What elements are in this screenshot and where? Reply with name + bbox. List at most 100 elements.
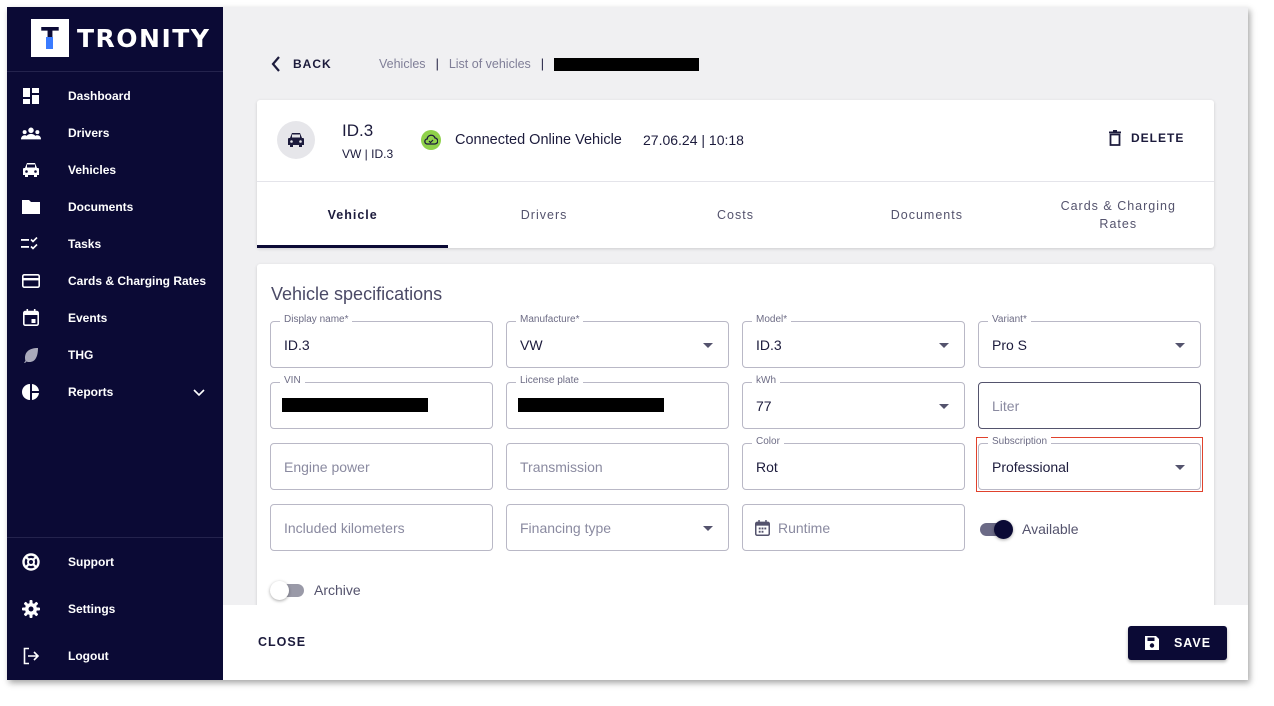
liter-field[interactable]: Liter xyxy=(978,382,1201,429)
brand-name: TRONITY xyxy=(77,23,211,53)
dashboard-icon xyxy=(21,86,41,106)
field-value: Pro S xyxy=(992,337,1028,353)
included-kilometers-field[interactable]: Included kilometers xyxy=(270,504,493,551)
gear-icon xyxy=(21,599,41,619)
dropdown-arrow-icon xyxy=(703,343,713,348)
dropdown-arrow-icon xyxy=(939,343,949,348)
field-value: Rot xyxy=(756,459,778,475)
tronity-logo[interactable]: T TRONITY xyxy=(31,18,210,58)
dropdown-arrow-icon xyxy=(939,404,949,409)
breadcrumb: Vehicles | List of vehicles | xyxy=(379,57,700,71)
runtime-date-field[interactable]: Runtime xyxy=(742,504,965,551)
breadcrumb-vehicles[interactable]: Vehicles xyxy=(379,57,426,71)
checklist-icon xyxy=(21,234,41,254)
cloud-online-icon xyxy=(421,130,441,150)
sidebar-item-cards[interactable]: Cards & Charging Rates xyxy=(7,262,223,299)
people-icon xyxy=(21,123,41,143)
breadcrumb-list-of-vehicles[interactable]: List of vehicles xyxy=(449,57,531,71)
pie-chart-icon xyxy=(21,382,41,402)
manufacture-select[interactable]: Manufacture* VW xyxy=(506,314,729,368)
available-toggle[interactable]: Available xyxy=(980,519,1079,539)
field-label: Manufacture* xyxy=(516,314,584,325)
app-window: T TRONITY Dashboard Drivers Vehicles xyxy=(7,7,1248,680)
sidebar-item-label: Drivers xyxy=(68,125,110,140)
close-button[interactable]: CLOSE xyxy=(258,635,306,649)
field-placeholder: Included kilometers xyxy=(284,520,405,536)
sidebar-item-settings[interactable]: Settings xyxy=(7,590,223,627)
sidebar-item-support[interactable]: Support xyxy=(7,543,223,580)
field-label: Model* xyxy=(752,314,792,325)
sidebar-item-label: Vehicles xyxy=(68,162,117,177)
tab-vehicle[interactable]: Vehicle xyxy=(257,182,449,248)
sidebar-item-vehicles[interactable]: Vehicles xyxy=(7,151,223,188)
vin-field[interactable]: VIN xyxy=(270,375,493,429)
calendar-icon xyxy=(755,520,770,541)
archive-toggle[interactable]: Archive xyxy=(270,580,361,600)
field-label: Subscription xyxy=(988,436,1052,447)
redacted-breadcrumb xyxy=(554,57,700,71)
display-name-field[interactable]: Display name* ID.3 xyxy=(270,314,493,368)
field-value: VW xyxy=(520,337,543,353)
sidebar-item-label: Reports xyxy=(68,384,114,399)
engine-power-field[interactable]: Engine power xyxy=(270,443,493,490)
sidebar-item-reports[interactable]: Reports xyxy=(7,373,223,410)
toggle-label: Available xyxy=(1022,521,1079,537)
subscription-select[interactable]: Subscription Professional xyxy=(978,436,1201,490)
transmission-field[interactable]: Transmission xyxy=(506,443,729,490)
variant-select[interactable]: Variant* Pro S xyxy=(978,314,1201,368)
kwh-select[interactable]: kWh 77 xyxy=(742,375,965,429)
sidebar-item-logout[interactable]: Logout xyxy=(7,637,223,674)
dropdown-arrow-icon xyxy=(703,526,713,531)
toggle-track xyxy=(270,580,304,600)
dropdown-arrow-icon xyxy=(1175,465,1185,470)
redacted-license-plate xyxy=(518,398,664,412)
toggle-track xyxy=(980,519,1013,539)
tab-bar: Vehicle Drivers Costs Documents Cards & … xyxy=(257,182,1214,248)
sidebar-divider xyxy=(7,537,223,538)
chevron-left-icon xyxy=(271,56,280,72)
field-placeholder: Engine power xyxy=(284,459,370,475)
topbar: BACK Vehicles | List of vehicles | xyxy=(271,54,700,74)
field-value: 77 xyxy=(756,398,772,414)
dropdown-arrow-icon xyxy=(1175,343,1185,348)
vehicle-subtitle: VW | ID.3 xyxy=(342,147,394,161)
sidebar-item-label: Dashboard xyxy=(68,88,131,103)
sidebar-item-drivers[interactable]: Drivers xyxy=(7,114,223,151)
sidebar-item-documents[interactable]: Documents xyxy=(7,188,223,225)
field-placeholder: Runtime xyxy=(778,520,831,536)
logout-icon xyxy=(21,646,41,666)
tab-cards-charging-rates[interactable]: Cards & Charging Rates xyxy=(1023,182,1214,248)
color-field[interactable]: Color Rot xyxy=(742,436,965,490)
breadcrumb-separator: | xyxy=(435,57,439,71)
field-value: Professional xyxy=(992,459,1070,475)
chevron-down-icon[interactable] xyxy=(191,384,207,400)
sidebar-item-tasks[interactable]: Tasks xyxy=(7,225,223,262)
tab-costs[interactable]: Costs xyxy=(640,182,831,248)
vehicle-specifications-card: Vehicle specifications Display name* ID.… xyxy=(257,264,1214,609)
sidebar-item-dashboard[interactable]: Dashboard xyxy=(7,77,223,114)
credit-card-icon xyxy=(21,271,41,291)
redacted-vin xyxy=(282,398,428,412)
tab-drivers[interactable]: Drivers xyxy=(448,182,639,248)
tab-documents[interactable]: Documents xyxy=(831,182,1022,248)
sidebar-item-label: THG xyxy=(68,347,94,362)
save-label: SAVE xyxy=(1173,636,1212,650)
model-select[interactable]: Model* ID.3 xyxy=(742,314,965,368)
folder-icon xyxy=(21,197,41,217)
delete-button[interactable]: DELETE xyxy=(1109,130,1184,146)
sidebar-item-label: Support xyxy=(68,554,114,569)
field-label: Display name* xyxy=(280,314,353,325)
financing-type-select[interactable]: Financing type xyxy=(506,504,729,551)
sidebar-item-label: Tasks xyxy=(68,236,102,251)
back-button[interactable]: BACK xyxy=(271,56,332,72)
sidebar-item-thg[interactable]: THG xyxy=(7,336,223,373)
sidebar-divider xyxy=(7,71,223,72)
save-button[interactable]: SAVE xyxy=(1128,626,1227,660)
sidebar-item-label: Events xyxy=(68,310,108,325)
sidebar-item-events[interactable]: Events xyxy=(7,299,223,336)
leaf-icon xyxy=(21,345,41,365)
license-plate-field[interactable]: License plate xyxy=(506,375,729,429)
lifebuoy-icon xyxy=(21,552,41,572)
sidebar-item-label: Documents xyxy=(68,199,134,214)
back-label: BACK xyxy=(293,57,332,71)
